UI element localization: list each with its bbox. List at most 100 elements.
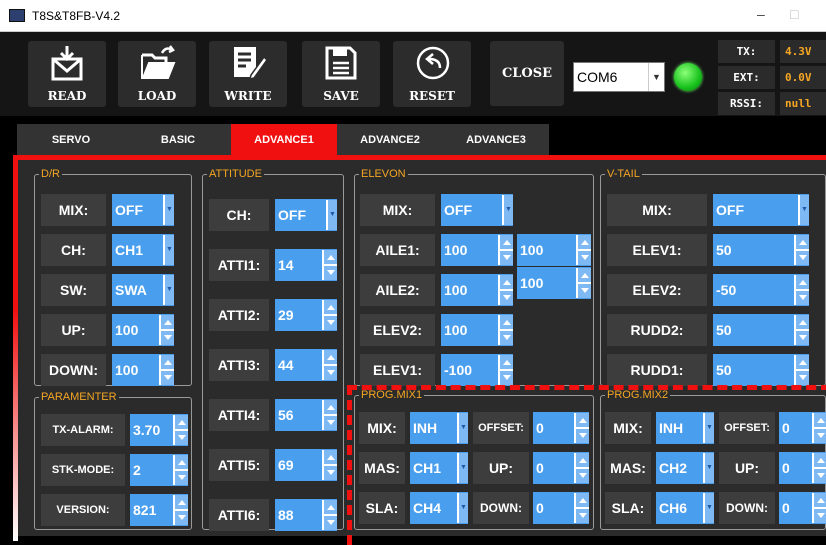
spinner-arrows-icon[interactable] (498, 235, 513, 265)
attitude-title: ATTITUDE (207, 168, 264, 180)
spinner-arrows-icon[interactable] (173, 495, 188, 525)
load-button[interactable]: LOAD (118, 41, 196, 107)
write-label: WRITE (224, 89, 272, 103)
parameter-group: PARAMENTER TX-ALARM: 3.70 STK-MODE: 2 VE… (34, 391, 192, 530)
atti4-spinbox[interactable]: 56 (275, 399, 337, 431)
tab-basic[interactable]: BASIC (125, 124, 231, 156)
atti-ch-select[interactable]: OFF ▼ (275, 199, 337, 231)
spinner-arrows-icon[interactable] (322, 250, 337, 280)
dr-mix-value: OFF (115, 202, 143, 218)
com-port-value: COM6 (577, 69, 618, 85)
atti3-value: 44 (278, 357, 294, 373)
spinner-arrows-icon[interactable] (498, 355, 513, 385)
tab-advance1[interactable]: ADVANCE1 (231, 124, 337, 156)
elevon-mix-select[interactable]: OFF ▼ (441, 194, 513, 226)
spinner-arrows-icon[interactable] (322, 500, 337, 530)
spinner-arrows-icon[interactable] (498, 275, 513, 305)
tx-alarm-spinbox[interactable]: 3.70 (130, 414, 188, 446)
elevon-elev2-label: ELEV2: (360, 314, 435, 346)
dr-down-spinbox[interactable]: 100 (112, 354, 174, 386)
status-panel: TX: 4.3V EXT: 0.0V RSSI: null (718, 40, 826, 118)
tab-advance2[interactable]: ADVANCE2 (337, 124, 443, 156)
minimize-button[interactable]: – (757, 6, 765, 22)
window-title: T8S&T8FB-V4.2 (32, 9, 121, 23)
atti2-spinbox[interactable]: 29 (275, 299, 337, 331)
dr-ch-label: CH: (41, 234, 106, 266)
spinner-arrows-icon[interactable] (159, 355, 174, 385)
reset-button[interactable]: RESET (393, 41, 471, 107)
write-document-icon (234, 47, 267, 81)
spinner-arrows-icon[interactable] (322, 350, 337, 380)
elevon-elev1-spinbox[interactable]: -100 (441, 354, 513, 386)
aile2-spinbox[interactable]: 100 (441, 274, 513, 306)
chevron-down-icon: ▼ (163, 195, 174, 225)
read-envelope-icon (51, 46, 83, 81)
spinner-arrows-icon[interactable] (498, 315, 513, 345)
atti3-label: ATTI3: (209, 349, 269, 381)
com-port-select[interactable]: COM6 ▼ (573, 62, 665, 92)
vtail-mix-select[interactable]: OFF ▼ (713, 194, 809, 226)
dr-mix-label: MIX: (41, 194, 106, 226)
stk-mode-spinbox[interactable]: 2 (130, 454, 188, 486)
elevon-elev1-value: -100 (444, 362, 473, 378)
dr-sw-select[interactable]: SWA ▼ (112, 274, 174, 306)
elevon-mix-value: OFF (444, 202, 472, 218)
aile2-right-spinbox[interactable]: 100 (517, 267, 591, 299)
spinner-arrows-icon[interactable] (173, 415, 188, 445)
spinner-arrows-icon[interactable] (322, 450, 337, 480)
save-label: SAVE (323, 89, 359, 103)
save-disk-icon (325, 46, 357, 80)
vtail-rudd1-spinbox[interactable]: 50 (713, 354, 809, 386)
tab-advance3[interactable]: ADVANCE3 (443, 124, 549, 156)
chevron-down-icon: ▼ (798, 195, 809, 225)
save-button[interactable]: SAVE (302, 41, 380, 107)
dr-group: D/R MIX: OFF ▼ CH: CH1 ▼ SW: SWA ▼ UP: 100 … (34, 168, 192, 386)
read-button[interactable]: READ (28, 41, 106, 107)
prog-mix-highlight (347, 385, 826, 545)
dr-up-spinbox[interactable]: 100 (112, 314, 174, 346)
write-button[interactable]: WRITE (209, 41, 287, 107)
app-icon (9, 9, 25, 22)
elevon-title: ELEVON (359, 168, 408, 180)
close-button[interactable]: CLOSE (490, 41, 564, 106)
spinner-arrows-icon[interactable] (794, 315, 809, 345)
vtail-elev1-spinbox[interactable]: 50 (713, 234, 809, 266)
tx-alarm-value: 3.70 (133, 422, 161, 438)
atti5-value: 69 (278, 457, 294, 473)
spinner-arrows-icon[interactable] (794, 235, 809, 265)
spinner-arrows-icon[interactable] (794, 275, 809, 305)
chevron-down-icon: ▼ (163, 275, 174, 305)
atti1-spinbox[interactable]: 14 (275, 249, 337, 281)
atti6-label: ATTI6: (209, 499, 269, 531)
spinner-arrows-icon[interactable] (322, 300, 337, 330)
dr-ch-select[interactable]: CH1 ▼ (112, 234, 174, 266)
aile2-right-value: 100 (520, 275, 544, 291)
aile1-spinbox[interactable]: 100 (441, 234, 513, 266)
maximize-button[interactable]: □ (790, 6, 798, 22)
elevon-group: ELEVON MIX: OFF ▼ AILE1: 100 100 AILE2: 1… (354, 168, 594, 386)
atti6-spinbox[interactable]: 88 (275, 499, 337, 531)
aile1-right-spinbox[interactable]: 100 (517, 234, 591, 266)
spinner-arrows-icon[interactable] (794, 355, 809, 385)
spinner-arrows-icon[interactable] (159, 315, 174, 345)
vtail-elev2-spinbox[interactable]: -50 (713, 274, 809, 306)
tx-value: 4.3V (780, 40, 826, 63)
spinner-arrows-icon[interactable] (576, 268, 591, 298)
vtail-elev2-value: -50 (716, 282, 737, 298)
spinner-arrows-icon[interactable] (322, 400, 337, 430)
vtail-rudd2-label: RUDD2: (607, 314, 707, 346)
vtail-rudd2-spinbox[interactable]: 50 (713, 314, 809, 346)
atti2-value: 29 (278, 307, 294, 323)
reset-arrow-icon (416, 46, 450, 80)
spinner-arrows-icon[interactable] (576, 235, 591, 265)
vtail-elev2-label: ELEV2: (607, 274, 707, 306)
atti5-spinbox[interactable]: 69 (275, 449, 337, 481)
attitude-group: ATTITUDE CH: OFF ▼ ATTI1: 14 ATTI2: 29 AT… (202, 168, 344, 531)
spinner-arrows-icon[interactable] (173, 455, 188, 485)
atti3-spinbox[interactable]: 44 (275, 349, 337, 381)
elevon-elev2-spinbox[interactable]: 100 (441, 314, 513, 346)
dr-mix-select[interactable]: OFF ▼ (112, 194, 174, 226)
chevron-down-icon: ▼ (648, 63, 664, 91)
version-spinbox[interactable]: 821 (130, 494, 188, 526)
tab-servo[interactable]: SERVO (17, 124, 125, 156)
